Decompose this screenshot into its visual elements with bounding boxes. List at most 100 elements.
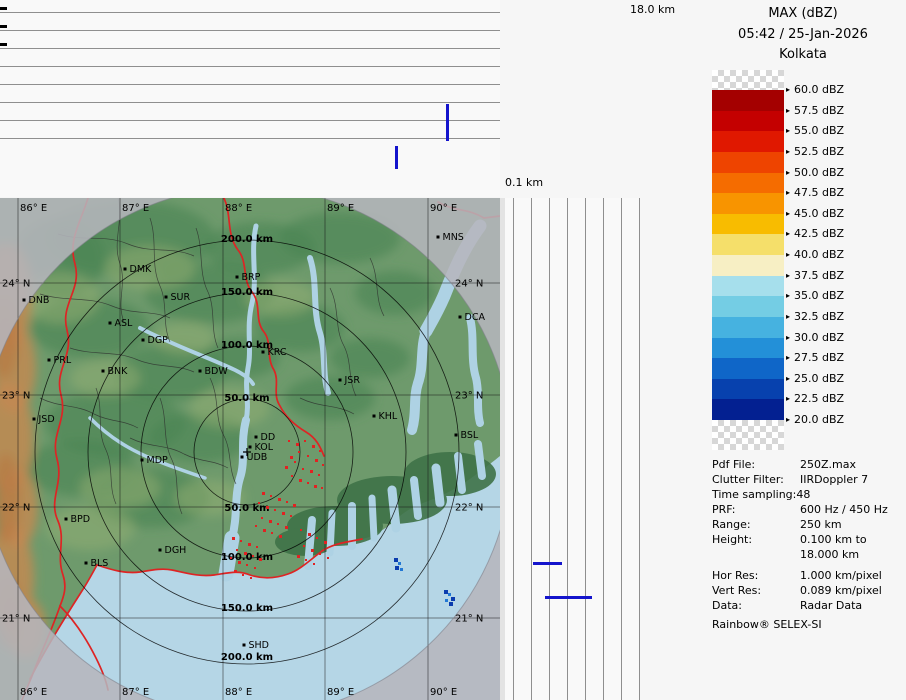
dbz-scale-row: ▸42.5 dBZ [786, 227, 844, 240]
delta-island-speck [316, 537, 318, 539]
longitude-label: 88° E [225, 203, 252, 214]
delta-island-speck [288, 440, 290, 442]
weak-echo [395, 566, 399, 570]
info-value: 0.089 km/pixel [800, 583, 882, 598]
station-label: DNB [29, 295, 50, 306]
delta-island-speck [307, 482, 309, 484]
dbz-scale-labels: ▸60.0 dBZ▸57.5 dBZ▸55.0 dBZ▸52.5 dBZ▸50.… [700, 0, 906, 460]
station-dot [48, 359, 51, 362]
station-label: BNK [108, 366, 129, 377]
axis-tick [0, 25, 7, 28]
weak-echo [400, 568, 403, 571]
weak-echo [451, 597, 455, 601]
dbz-scale-row: ▸30.0 dBZ [786, 331, 844, 344]
dbz-scale-label: 60.0 dBZ [794, 83, 844, 96]
info-row: Clutter Filter:IIRDoppler 7 [712, 472, 904, 487]
weak-echo [448, 593, 451, 596]
scale-arrow-icon: ▸ [786, 106, 790, 115]
longitude-label: 89° E [327, 203, 354, 214]
top-projection-panel [0, 0, 500, 197]
weak-echo [449, 602, 453, 606]
station-dot [459, 316, 462, 319]
station-label: KHL [379, 411, 398, 422]
panel-divider [500, 198, 505, 700]
delta-island-speck [230, 557, 232, 559]
delta-island-speck [300, 529, 302, 531]
station-label: JSD [38, 414, 55, 425]
grid-line [567, 198, 568, 700]
dbz-scale-row: ▸40.0 dBZ [786, 248, 844, 261]
side-projection-panel [505, 198, 640, 700]
axis-tick [0, 43, 7, 46]
delta-island-speck [259, 558, 262, 561]
delta-island-speck [248, 543, 251, 546]
dbz-scale-label: 20.0 dBZ [794, 413, 844, 426]
scale-arrow-icon: ▸ [786, 229, 790, 238]
info-label: Vert Res: [712, 583, 800, 598]
longitude-label: 87° E [122, 203, 149, 214]
dbz-scale-label: 45.0 dBZ [794, 207, 844, 220]
dbz-scale-label: 55.0 dBZ [794, 124, 844, 137]
station-dot [339, 379, 342, 382]
info-label: Pdf File: [712, 457, 800, 472]
latitude-label: 24° N [455, 279, 483, 290]
delta-island-speck [324, 541, 327, 544]
station-dot [437, 236, 440, 239]
longitude-label: 86° E [20, 687, 47, 698]
station-dot [236, 276, 239, 279]
weak-echo [398, 562, 401, 565]
echo-column-mark [395, 146, 398, 169]
delta-island-speck [246, 564, 248, 566]
delta-island-speck [298, 451, 300, 453]
delta-island-speck [270, 495, 272, 497]
delta-island-speck [293, 504, 296, 507]
delta-island-speck [305, 559, 307, 561]
station-label: MNS [443, 232, 464, 243]
delta-island-speck [303, 545, 305, 547]
station-dot [109, 322, 112, 325]
delta-island-speck [266, 506, 269, 509]
scale-arrow-icon: ▸ [786, 209, 790, 218]
delta-island-speck [302, 468, 304, 470]
dbz-scale-row: ▸37.5 dBZ [786, 269, 844, 282]
echo-column-mark [446, 104, 449, 141]
scale-arrow-icon: ▸ [786, 291, 790, 300]
delta-island-speck [274, 509, 276, 511]
delta-island-speck [286, 501, 288, 503]
height-max-label: 18.0 km [630, 3, 675, 16]
station-dot [241, 456, 244, 459]
delta-island-speck [282, 512, 285, 515]
station-label: PRL [54, 355, 72, 366]
dbz-scale-row: ▸50.0 dBZ [786, 166, 844, 179]
dbz-scale-row: ▸ 35.0 dBZ [786, 289, 844, 302]
delta-island-speck [319, 553, 321, 555]
grid-line [0, 138, 500, 139]
echo-row-mark [545, 596, 592, 599]
grid-line [621, 198, 622, 700]
range-ring-label: 150.0 km [221, 287, 273, 298]
station-dot [199, 370, 202, 373]
range-ring-label: 50.0 km [224, 503, 269, 514]
dbz-scale-label: 35.0 dBZ [794, 289, 844, 302]
scale-arrow-icon: ▸ [786, 85, 790, 94]
grid-line [0, 84, 500, 85]
grid-line [0, 12, 500, 13]
echo-row-mark [533, 562, 562, 565]
dbz-scale-label: 37.5 dBZ [794, 269, 844, 282]
delta-island-speck [256, 546, 258, 548]
info-row: PRF:600 Hz / 450 Hz [712, 502, 904, 517]
range-ring-label: 150.0 km [221, 603, 273, 614]
height-min-label: 0.1 km [505, 176, 543, 189]
info-value: 250Z.max [800, 457, 856, 472]
longitude-label: 90° E [430, 203, 457, 214]
grid-line [0, 30, 500, 31]
station-label: SHD [249, 640, 270, 651]
delta-island-speck [252, 555, 254, 557]
range-ring-label: 50.0 km [224, 393, 269, 404]
dbz-scale-label: 32.5 dBZ [794, 310, 844, 323]
longitude-label: 90° E [430, 687, 457, 698]
scale-arrow-icon: ▸ [786, 333, 790, 342]
longitude-label: 88° E [225, 687, 252, 698]
delta-island-speck [318, 474, 320, 476]
scale-arrow-icon: ▸ [786, 250, 790, 259]
